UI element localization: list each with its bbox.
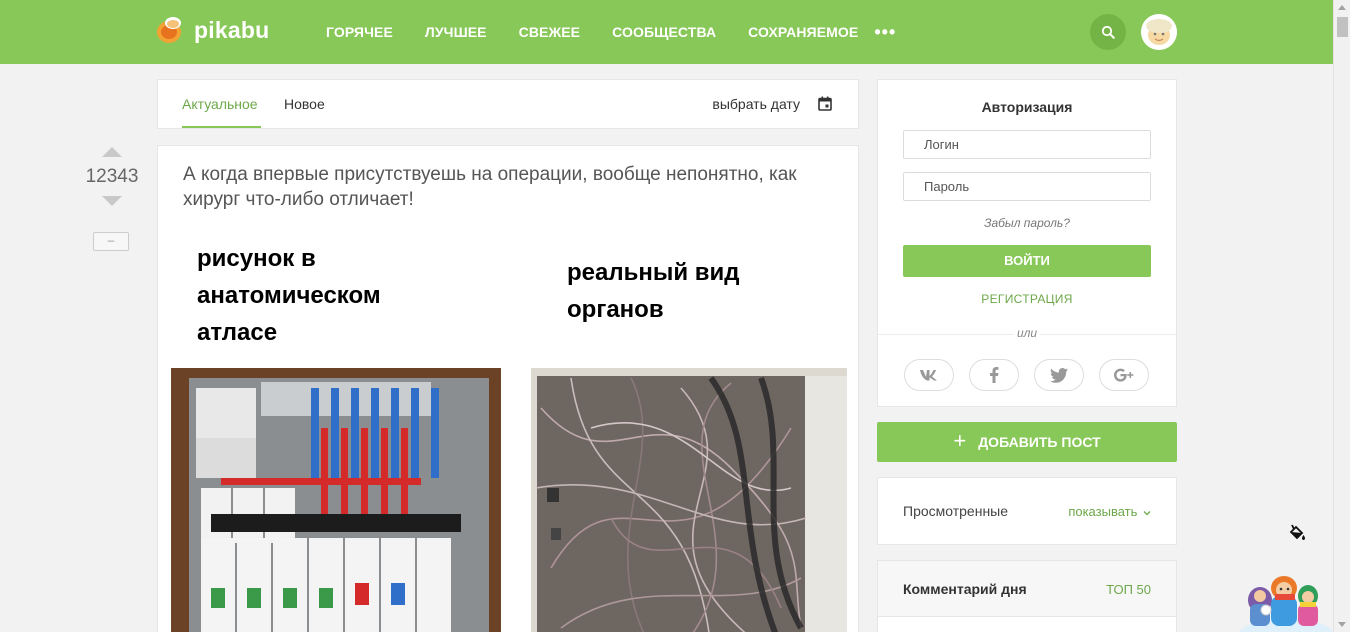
auth-title: Авторизация [981, 99, 1073, 115]
scroll-down-arrow-icon[interactable] [1338, 622, 1346, 627]
vote-up-arrow-icon[interactable] [102, 147, 122, 157]
viewed-label: Просмотренные [903, 503, 1009, 519]
facebook-login-button[interactable] [969, 359, 1019, 391]
photo-tangled-wires[interactable] [531, 368, 847, 632]
vk-login-button[interactable] [904, 359, 954, 391]
story-rating: 12343 [85, 166, 139, 187]
page-scrollbar[interactable] [1333, 0, 1350, 632]
caption-left: рисунок в анатомическом атласе [197, 240, 381, 351]
top-50-link[interactable]: ТОП 50 [1106, 582, 1151, 597]
nav-best[interactable]: ЛУЧШЕЕ [425, 24, 487, 40]
nav-saved[interactable]: СОХРАНЯЕМОЕ [748, 24, 858, 40]
caption-right-line: органов [567, 296, 664, 323]
vote-down-arrow-icon[interactable] [102, 196, 122, 206]
winter-mascot-illustration[interactable] [1238, 566, 1333, 632]
scroll-up-arrow-icon[interactable] [1338, 5, 1346, 10]
comment-of-day-panel: Комментарий дня ТОП 50 [877, 560, 1177, 632]
viewed-toggle-label: показывать [1068, 504, 1138, 519]
caption-left-line: анатомическом [197, 282, 381, 309]
feed-tabs-bar: Актуальное Новое выбрать дату [157, 79, 859, 129]
add-post-label: ДОБАВИТЬ ПОСТ [978, 434, 1101, 450]
user-avatar[interactable] [1141, 14, 1177, 50]
paint-bucket-icon[interactable] [1288, 524, 1306, 542]
comment-of-day-header: Комментарий дня ТОП 50 [878, 561, 1176, 617]
search-icon [1101, 25, 1115, 39]
comment-of-day-title: Комментарий дня [903, 581, 1027, 597]
nav-hot[interactable]: ГОРЯЧЕЕ [326, 24, 393, 40]
scroll-thumb[interactable] [1337, 17, 1348, 37]
active-tab-underline [182, 126, 261, 128]
auth-panel: Авторизация Забыл пароль? ВОЙТИ РЕГИСТРА… [877, 79, 1177, 407]
login-input[interactable] [903, 130, 1151, 159]
caption-right-line: реальный вид [567, 259, 740, 286]
pikabu-logo-icon [156, 16, 184, 44]
logo-text: pikabu [194, 16, 270, 43]
main-nav: ГОРЯЧЕЕ ЛУЧШЕЕ СВЕЖЕЕ СООБЩЕСТВА СОХРАНЯ… [326, 0, 896, 64]
more-dots-icon[interactable]: ••• [874, 22, 896, 43]
caption-right: реальный вид органов [567, 254, 740, 328]
photo-neat-electrical-panel[interactable] [171, 368, 501, 632]
google-plus-login-button[interactable] [1099, 359, 1149, 391]
add-post-button[interactable]: + ДОБАВИТЬ ПОСТ [877, 422, 1177, 462]
vk-icon [920, 370, 937, 381]
tab-actual[interactable]: Актуальное [182, 96, 258, 112]
google-plus-icon [1114, 368, 1134, 382]
collapse-story-button[interactable]: – [93, 232, 129, 251]
pikabu-logo[interactable]: pikabu [156, 16, 269, 44]
password-input[interactable] [903, 172, 1151, 201]
or-divider-text: или [1014, 326, 1040, 340]
facebook-icon [990, 367, 999, 383]
nav-fresh[interactable]: СВЕЖЕЕ [519, 24, 581, 40]
story-card: А когда впервые присутствуешь на операци… [157, 145, 859, 632]
tab-new[interactable]: Новое [284, 96, 325, 112]
chevron-down-icon [1143, 510, 1151, 515]
story-title[interactable]: А когда впервые присутствуешь на операци… [183, 162, 833, 212]
twitter-login-button[interactable] [1034, 359, 1084, 391]
caption-left-line: атласе [197, 319, 278, 346]
nav-communities[interactable]: СООБЩЕСТВА [612, 24, 716, 40]
calendar-icon[interactable] [818, 96, 832, 111]
caption-left-line: рисунок в [197, 245, 316, 272]
search-button[interactable] [1090, 14, 1126, 50]
date-picker-link[interactable]: выбрать дату [712, 96, 800, 112]
viewed-toggle-link[interactable]: показывать [1068, 504, 1151, 519]
plus-icon: + [953, 427, 967, 453]
viewed-panel: Просмотренные показывать [877, 477, 1177, 545]
top-header: pikabu ГОРЯЧЕЕ ЛУЧШЕЕ СВЕЖЕЕ СООБЩЕСТВА … [0, 0, 1333, 64]
register-link[interactable]: РЕГИСТРАЦИЯ [878, 292, 1176, 306]
forgot-password-link[interactable]: Забыл пароль? [878, 216, 1176, 230]
twitter-icon [1050, 367, 1068, 383]
login-button[interactable]: ВОЙТИ [903, 245, 1151, 277]
